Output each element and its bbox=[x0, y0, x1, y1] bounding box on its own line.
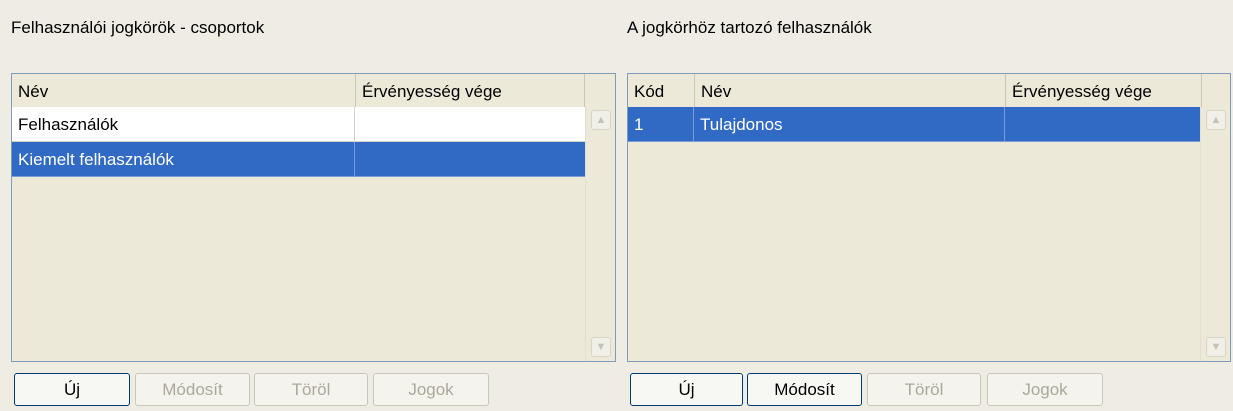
column-header-name[interactable]: Név bbox=[694, 74, 1005, 107]
left-new-button[interactable]: Új bbox=[14, 373, 130, 406]
column-header-filler bbox=[584, 74, 615, 107]
column-header-expiry[interactable]: Érvényesség vége bbox=[355, 74, 584, 107]
scroll-down-arrow-icon[interactable]: ▼ bbox=[1206, 337, 1226, 357]
scroll-up-arrow-icon[interactable]: ▲ bbox=[591, 110, 611, 130]
users-vertical-scrollbar[interactable]: ▲ ▼ bbox=[1200, 107, 1230, 361]
cell-name: Felhasználók bbox=[12, 107, 355, 142]
scroll-up-arrow-icon[interactable]: ▲ bbox=[1206, 110, 1226, 130]
left-panel-title: Felhasználói jogkörök - csoportok bbox=[11, 18, 265, 37]
right-rights-button[interactable]: Jogok bbox=[987, 373, 1103, 406]
right-delete-button[interactable]: Töröl bbox=[867, 373, 981, 406]
groups-grid[interactable]: Név Érvényesség vége Felhasználók Kiemel… bbox=[11, 73, 616, 362]
users-grid-header: Kód Név Érvényesség vége bbox=[628, 74, 1230, 108]
groups-grid-header: Név Érvényesség vége bbox=[12, 74, 615, 108]
right-panel-title: A jogkörhöz tartozó felhasználók bbox=[627, 18, 872, 37]
left-modify-button[interactable]: Módosít bbox=[135, 373, 250, 406]
column-header-filler bbox=[1201, 74, 1230, 107]
cell-expiry bbox=[355, 142, 586, 177]
column-header-name[interactable]: Név bbox=[12, 74, 355, 107]
cell-code: 1 bbox=[628, 107, 694, 142]
cell-expiry bbox=[1005, 107, 1201, 142]
right-modify-button[interactable]: Módosít bbox=[747, 373, 862, 406]
scroll-down-arrow-icon[interactable]: ▼ bbox=[591, 337, 611, 357]
left-rights-button[interactable]: Jogok bbox=[373, 373, 489, 406]
users-grid[interactable]: Kód Név Érvényesség vége 1 Tulajdonos ▲ … bbox=[627, 73, 1231, 362]
cell-name: Tulajdonos bbox=[694, 107, 1005, 142]
cell-expiry bbox=[355, 107, 586, 142]
groups-vertical-scrollbar[interactable]: ▲ ▼ bbox=[585, 107, 615, 361]
column-header-code[interactable]: Kód bbox=[628, 74, 694, 107]
column-header-expiry[interactable]: Érvényesség vége bbox=[1005, 74, 1201, 107]
right-new-button[interactable]: Új bbox=[630, 373, 743, 406]
left-delete-button[interactable]: Töröl bbox=[254, 373, 368, 406]
cell-name: Kiemelt felhasználók bbox=[12, 142, 355, 177]
